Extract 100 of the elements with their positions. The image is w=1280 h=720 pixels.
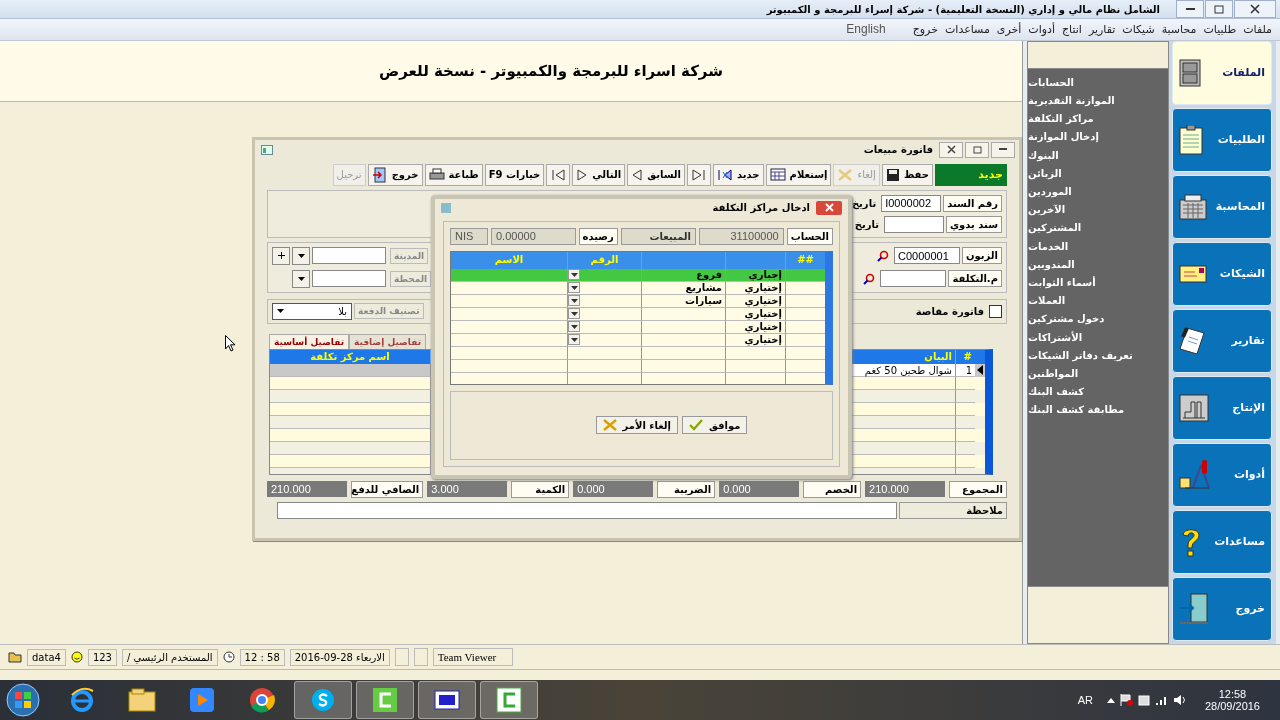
toolbar-button[interactable]: إستعلام	[765, 163, 832, 186]
ok-button[interactable]: موافق	[682, 416, 748, 435]
document-number-field[interactable]: I0000002	[881, 194, 942, 212]
dropdown-button[interactable]	[568, 321, 580, 333]
nav-button[interactable]: الشيكات	[1172, 241, 1272, 306]
submenu-item[interactable]: العملات	[1028, 295, 1066, 307]
toolbar-button[interactable]: جديد	[713, 163, 764, 186]
submenu-item[interactable]: المواطنين	[1028, 367, 1079, 379]
folder-icon[interactable]	[128, 688, 156, 713]
maximize-icon	[1214, 4, 1224, 14]
nav-button[interactable]: تقارير	[1172, 308, 1272, 373]
menu-item[interactable]: أدوات	[1028, 22, 1055, 36]
clock-time[interactable]: 12:58	[1218, 688, 1247, 701]
toolbar-button[interactable]: خيارات F9	[484, 163, 545, 186]
dropdown-button[interactable]	[292, 269, 310, 288]
flag-icon[interactable]	[1118, 693, 1133, 708]
submenu-item[interactable]: الأشتراكات	[1028, 331, 1083, 343]
submenu-item[interactable]: الموازنة التقديرية	[1028, 95, 1115, 107]
menu-item[interactable]: خروج	[912, 22, 938, 36]
note-field[interactable]	[277, 501, 897, 519]
table-row[interactable]: إختياري سيارات	[451, 294, 825, 308]
close-button[interactable]	[939, 141, 963, 158]
language-menu-item[interactable]: English	[846, 22, 886, 37]
minimize-button[interactable]	[991, 141, 1015, 158]
taskbar-button[interactable]	[480, 681, 538, 720]
dropdown-button[interactable]	[568, 282, 580, 294]
menu-item[interactable]: انتاج	[1062, 22, 1082, 36]
submenu-item[interactable]: دخول مشتركين	[1028, 313, 1105, 325]
toolbar-button[interactable]: التالي	[572, 163, 626, 186]
taskbar-button[interactable]	[356, 681, 414, 720]
menu-item[interactable]: طلبيات	[1203, 22, 1237, 36]
navigation-button[interactable]	[546, 163, 571, 186]
media-player-icon[interactable]	[189, 687, 215, 714]
dropdown-button[interactable]	[292, 246, 310, 265]
toolbar-button[interactable]: حفظ	[881, 163, 933, 186]
chrome-icon[interactable]	[249, 687, 275, 714]
clock-date[interactable]: 28/09/2016	[1204, 700, 1260, 713]
dropdown-button[interactable]	[568, 334, 580, 346]
submenu-item[interactable]: المشتركين	[1028, 222, 1082, 234]
minimize-button[interactable]	[1176, 0, 1204, 18]
nav-button[interactable]: الإنتاج	[1172, 375, 1272, 440]
nav-button[interactable]: أدوات	[1172, 442, 1272, 507]
submenu-item[interactable]: مطابقة كشف البنك	[1028, 404, 1125, 416]
submenu-item[interactable]: الموردين	[1028, 186, 1072, 198]
submenu-item[interactable]: المندوبين	[1028, 258, 1075, 270]
save-icon	[885, 167, 900, 182]
table-row[interactable]: إختياري	[451, 307, 825, 321]
cost-center-field[interactable]	[880, 270, 947, 288]
toolbar-button[interactable]: السابق	[627, 163, 686, 186]
station-field[interactable]	[312, 270, 386, 288]
submenu-item[interactable]: مراكز التكلفة	[1028, 113, 1094, 125]
submenu-item[interactable]: الآخرين	[1028, 204, 1066, 216]
nav-button[interactable]: خروج	[1172, 576, 1272, 641]
menu-item[interactable]: تقارير	[1088, 22, 1116, 36]
taskbar-button[interactable]	[418, 681, 476, 720]
start-button[interactable]	[6, 683, 40, 718]
menu-item[interactable]: مساعدات	[944, 22, 990, 36]
menu-item[interactable]: ملفات	[1243, 22, 1272, 36]
table-row[interactable]: إختياري	[451, 333, 825, 347]
menu-item[interactable]: شيكات	[1122, 22, 1155, 36]
navigation-button[interactable]	[687, 163, 712, 186]
tab[interactable]: تفاصيل أساسية	[269, 333, 350, 349]
nav-button[interactable]: الملفات	[1172, 40, 1272, 105]
tray-expand-icon[interactable]	[1106, 697, 1115, 703]
submenu-item[interactable]: أسماء الثوابت	[1028, 276, 1096, 288]
city-field[interactable]	[312, 247, 386, 265]
dropdown-button[interactable]	[568, 308, 580, 320]
customer-field[interactable]: C0000001	[894, 247, 961, 265]
close-button[interactable]	[816, 200, 842, 215]
payment-class-select[interactable]: بلا	[272, 302, 352, 320]
submenu-item[interactable]: إدخال الموازنة	[1028, 131, 1099, 143]
table-row[interactable]: إختياري مشاريع	[451, 281, 825, 295]
volume-icon[interactable]	[1172, 694, 1187, 707]
cancel-button[interactable]: إلغاء الأمر	[595, 416, 678, 435]
menu-item[interactable]: محاسبة	[1161, 22, 1197, 36]
close-button[interactable]	[1234, 0, 1276, 18]
manual-document-field[interactable]	[883, 215, 944, 233]
dropdown-button[interactable]	[568, 269, 580, 281]
taskbar-button[interactable]	[294, 681, 352, 720]
submenu-item[interactable]: تعريف دفاتر الشيكات	[1028, 349, 1133, 361]
submenu-item[interactable]: البنوك	[1028, 149, 1059, 161]
checkbox[interactable]	[989, 304, 1002, 318]
table-row[interactable]: إختياري	[451, 320, 825, 334]
submenu-item[interactable]: الخدمات	[1028, 240, 1069, 252]
dropdown-button[interactable]	[568, 295, 580, 307]
nav-button[interactable]: مساعدات	[1172, 509, 1272, 574]
submenu-item[interactable]: الزبائن	[1028, 167, 1062, 179]
power-icon[interactable]	[1136, 693, 1151, 708]
submenu-item[interactable]: الحسابات	[1028, 76, 1074, 88]
toolbar-button[interactable]: خروج	[367, 163, 423, 186]
signal-icon[interactable]	[1154, 694, 1169, 707]
add-button[interactable]	[272, 246, 290, 265]
language-indicator[interactable]: AR	[1077, 694, 1093, 707]
menu-item[interactable]: أخرى	[996, 22, 1022, 36]
toolbar-button[interactable]: طباعة	[424, 163, 483, 186]
submenu-item[interactable]: كشف البنك	[1028, 386, 1085, 398]
nav-button[interactable]: الطلبيات	[1172, 107, 1272, 172]
tab[interactable]: تفاصيل إضافية	[349, 333, 427, 349]
browser-icon[interactable]	[69, 687, 95, 714]
nav-button[interactable]: المحاسبة	[1172, 174, 1272, 239]
